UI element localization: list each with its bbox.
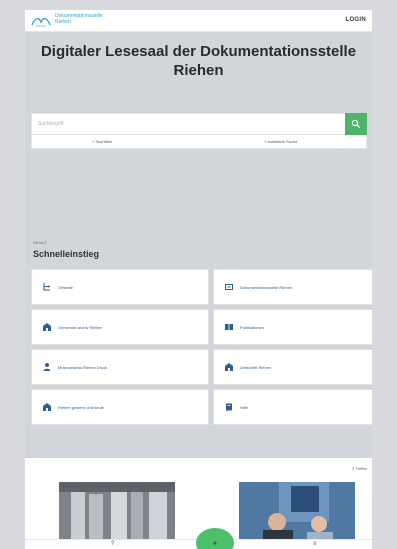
search-button[interactable] xyxy=(345,113,367,135)
brand-line2: Riehen xyxy=(55,19,71,25)
tile-hilfe[interactable]: Hilfe xyxy=(213,389,372,425)
search-input[interactable] xyxy=(32,114,348,134)
tile-gemeindearchiv[interactable]: Gemeinde-archiv Riehen xyxy=(31,309,209,345)
building-icon xyxy=(224,362,234,372)
advanced-search-link[interactable]: + erweiterte Suche xyxy=(264,139,297,144)
archive-box-icon xyxy=(224,282,234,292)
books-icon xyxy=(224,322,234,332)
tile-label: Hilfe xyxy=(240,404,249,410)
help-button[interactable]: ? xyxy=(111,541,114,547)
tile-label: Dokumentationsstelle Riehen xyxy=(240,284,293,290)
menu-button[interactable]: ≡ xyxy=(313,541,317,547)
building-icon xyxy=(42,322,52,332)
tile-zeitschrift[interactable]: Zeitschrift Riehen xyxy=(213,349,372,385)
tile-publikationen[interactable]: Publikationen xyxy=(213,309,372,345)
result-count: 2 Treffer xyxy=(352,466,367,471)
logo-icon[interactable] xyxy=(30,14,52,28)
tile-ortsteile[interactable]: Ortsteile xyxy=(31,269,209,305)
app-frame: Dokumentationsstelle Riehen LOGIN Digita… xyxy=(25,10,372,549)
section-subheading: INHALT xyxy=(33,240,47,245)
tile-label: Riehen gestern und heute xyxy=(58,404,105,410)
search-bar xyxy=(31,113,367,135)
login-button[interactable]: LOGIN xyxy=(346,17,367,23)
tile-label: Ortsteile xyxy=(58,284,73,290)
tile-museumsfoto[interactable]: Museumsfoto Riehen Druck xyxy=(31,349,209,385)
building-icon xyxy=(42,402,52,412)
book-icon xyxy=(224,402,234,412)
tile-label: Gemeinde-archiv Riehen xyxy=(58,324,103,330)
person-icon xyxy=(42,362,52,372)
search-icon xyxy=(351,119,361,129)
hierarchy-icon xyxy=(42,282,52,292)
top-header: Dokumentationsstelle Riehen LOGIN xyxy=(25,10,372,32)
tile-dokumentationsstelle[interactable]: Dokumentationsstelle Riehen xyxy=(213,269,372,305)
tile-label: Publikationen xyxy=(240,324,265,330)
search-options: + Suchfilter + erweiterte Suche xyxy=(31,135,367,149)
search-filter-link[interactable]: + Suchfilter xyxy=(92,139,112,144)
tile-label: Zeitschrift Riehen xyxy=(240,364,272,370)
plus-icon xyxy=(213,541,217,545)
page-title: Digitaler Lesesaal der Dokumentationsste… xyxy=(40,43,357,79)
brand-name: Dokumentationsstelle Riehen xyxy=(55,13,103,25)
tile-riehen-gestern-heute[interactable]: Riehen gestern und heute xyxy=(31,389,209,425)
tile-label: Museumsfoto Riehen Druck xyxy=(58,364,108,370)
section-title: Schnelleinstieg xyxy=(33,249,100,259)
